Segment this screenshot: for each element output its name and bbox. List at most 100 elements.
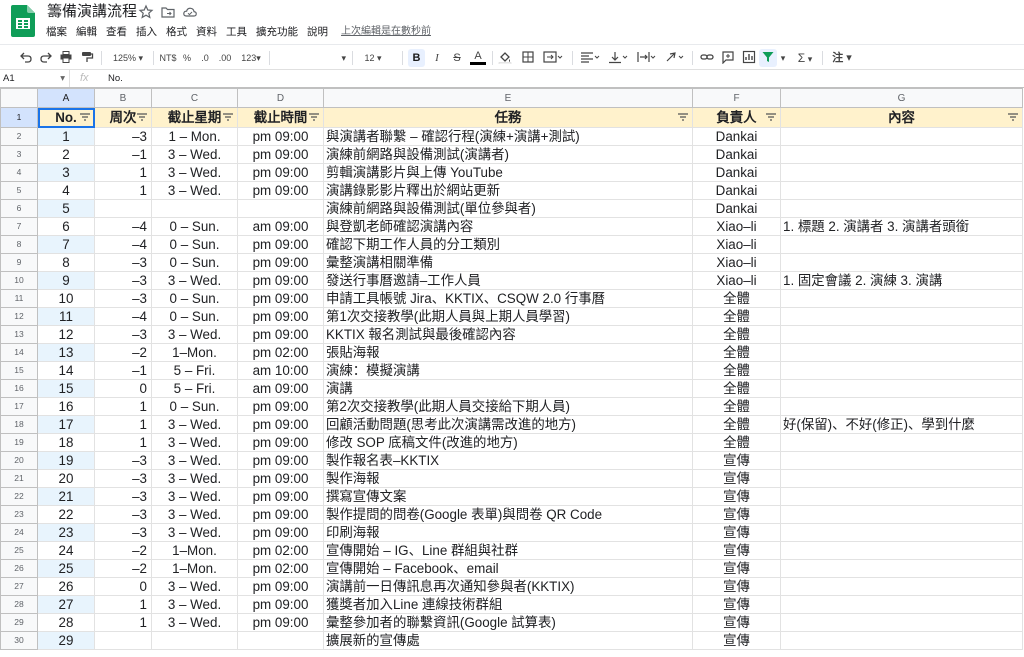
cell-week[interactable]: [94, 631, 152, 650]
cell-owner[interactable]: 宣傳: [692, 505, 781, 524]
filter-dropdown-icon[interactable]: [308, 111, 320, 123]
cell-weekday[interactable]: 1–Mon.: [151, 541, 238, 560]
cell-task[interactable]: 宣傳開始 – Facebook、email: [323, 559, 693, 578]
cell-week[interactable]: –3: [94, 325, 152, 344]
cell-task[interactable]: 撰寫宣傳文案: [323, 487, 693, 506]
insert-comment-icon[interactable]: [719, 49, 737, 67]
row-header[interactable]: 9: [0, 253, 38, 272]
menu-help[interactable]: 說明: [307, 24, 328, 40]
percent-format-button[interactable]: %: [181, 49, 193, 67]
last-edit-link[interactable]: 上次編輯是在數秒前: [341, 24, 431, 40]
cell-task[interactable]: KKTIX 報名測試與最後確認內容: [323, 325, 693, 344]
row-header[interactable]: 20: [0, 451, 38, 470]
menu-format[interactable]: 格式: [166, 24, 187, 40]
row-header[interactable]: 4: [0, 163, 38, 182]
cell-week[interactable]: –3: [94, 523, 152, 542]
cell-task[interactable]: 剪輯演講影片與上傳 YouTube: [323, 163, 693, 182]
cell-task[interactable]: 申請工具帳號 Jira、KKTIX、CSQW 2.0 行事曆: [323, 289, 693, 308]
cell-owner[interactable]: Xiao–li: [692, 235, 781, 254]
cell-time[interactable]: pm 02:00: [237, 541, 324, 560]
cell-weekday[interactable]: 3 – Wed.: [151, 523, 238, 542]
cell-time[interactable]: [237, 631, 324, 650]
row-header[interactable]: 13: [0, 325, 38, 344]
cell-no[interactable]: 23: [37, 523, 95, 542]
row-header[interactable]: 26: [0, 559, 38, 578]
cell-content[interactable]: [780, 433, 1023, 452]
column-header-a[interactable]: A: [37, 88, 95, 108]
cell-owner[interactable]: 全體: [692, 343, 781, 362]
filter-dropdown-icon[interactable]: [765, 111, 777, 123]
cell-owner[interactable]: 全體: [692, 307, 781, 326]
fill-color-icon[interactable]: [497, 49, 513, 67]
cell-time[interactable]: pm 09:00: [237, 451, 324, 470]
row-header[interactable]: 17: [0, 397, 38, 416]
cell-content[interactable]: [780, 343, 1023, 362]
cell-owner[interactable]: Xiao–li: [692, 253, 781, 272]
column-header-b[interactable]: B: [94, 88, 152, 108]
font-size-select[interactable]: 12 ▾: [358, 49, 388, 67]
cell-no[interactable]: 3: [37, 163, 95, 182]
cell-content[interactable]: 1. 標題 2. 演講者 3. 演講者頭銜: [780, 217, 1023, 236]
cell-owner[interactable]: 宣傳: [692, 577, 781, 596]
cell-time[interactable]: pm 09:00: [237, 595, 324, 614]
cell-owner[interactable]: Dankai: [692, 145, 781, 164]
cell-time[interactable]: pm 09:00: [237, 163, 324, 182]
row-header[interactable]: 11: [0, 289, 38, 308]
cell-no[interactable]: 9: [37, 271, 95, 290]
cell-content[interactable]: [780, 469, 1023, 488]
cell-time[interactable]: am 10:00: [237, 361, 324, 380]
row-header[interactable]: 16: [0, 379, 38, 398]
cell-weekday[interactable]: 3 – Wed.: [151, 181, 238, 200]
cell-owner[interactable]: Dankai: [692, 199, 781, 218]
cell-week[interactable]: –3: [94, 127, 152, 146]
cell-time[interactable]: pm 09:00: [237, 127, 324, 146]
row-header[interactable]: 28: [0, 595, 38, 614]
menu-view[interactable]: 查看: [106, 24, 127, 40]
cell-no[interactable]: 17: [37, 415, 95, 434]
cell-week[interactable]: 0: [94, 577, 152, 596]
cell-week[interactable]: –1: [94, 361, 152, 380]
cell-content[interactable]: [780, 145, 1023, 164]
filter-dropdown-icon[interactable]: [1007, 111, 1019, 123]
cell-week[interactable]: [94, 199, 152, 218]
cell-weekday[interactable]: [151, 631, 238, 650]
row-header[interactable]: 2: [0, 127, 38, 146]
formula-input[interactable]: No.: [108, 70, 123, 87]
cell-time[interactable]: pm 09:00: [237, 523, 324, 542]
row-header[interactable]: 10: [0, 271, 38, 290]
row-header[interactable]: 12: [0, 307, 38, 326]
cell-week[interactable]: –4: [94, 307, 152, 326]
paint-format-icon[interactable]: [79, 49, 95, 67]
cell-owner[interactable]: Dankai: [692, 127, 781, 146]
row-header[interactable]: 7: [0, 217, 38, 236]
cell-weekday[interactable]: 3 – Wed.: [151, 271, 238, 290]
column-header-g[interactable]: G: [780, 88, 1023, 108]
cell-task[interactable]: 與登凱老師確認演講內容: [323, 217, 693, 236]
column-header-c[interactable]: C: [151, 88, 238, 108]
cell-time[interactable]: pm 09:00: [237, 253, 324, 272]
cell-week[interactable]: –2: [94, 559, 152, 578]
cell-owner[interactable]: Xiao–li: [692, 217, 781, 236]
cell-no[interactable]: 10: [37, 289, 95, 308]
cell-owner[interactable]: 宣傳: [692, 631, 781, 650]
menu-edit[interactable]: 編輯: [76, 24, 97, 40]
cell-content[interactable]: [780, 181, 1023, 200]
cell-time[interactable]: pm 02:00: [237, 559, 324, 578]
cell-week[interactable]: –2: [94, 343, 152, 362]
cell-owner[interactable]: Dankai: [692, 181, 781, 200]
cell-time[interactable]: pm 09:00: [237, 235, 324, 254]
cell-task[interactable]: 演講前一日傳訊息再次通知參與者(KKTIX): [323, 577, 693, 596]
header-cell-task[interactable]: 任務: [323, 107, 693, 128]
row-header[interactable]: 29: [0, 613, 38, 632]
move-folder-icon[interactable]: [160, 4, 176, 20]
cell-weekday[interactable]: 3 – Wed.: [151, 487, 238, 506]
decrease-decimal-button[interactable]: .0: [197, 49, 213, 67]
filter-dropdown-icon[interactable]: [136, 111, 148, 123]
cell-content[interactable]: [780, 127, 1023, 146]
cell-week[interactable]: 1: [94, 163, 152, 182]
cell-owner[interactable]: 宣傳: [692, 559, 781, 578]
cell-task[interactable]: 製作報名表–KKTIX: [323, 451, 693, 470]
cell-no[interactable]: 26: [37, 577, 95, 596]
cell-weekday[interactable]: 0 – Sun.: [151, 235, 238, 254]
cell-task[interactable]: 彙整參加者的聯繫資訊(Google 試算表): [323, 613, 693, 632]
